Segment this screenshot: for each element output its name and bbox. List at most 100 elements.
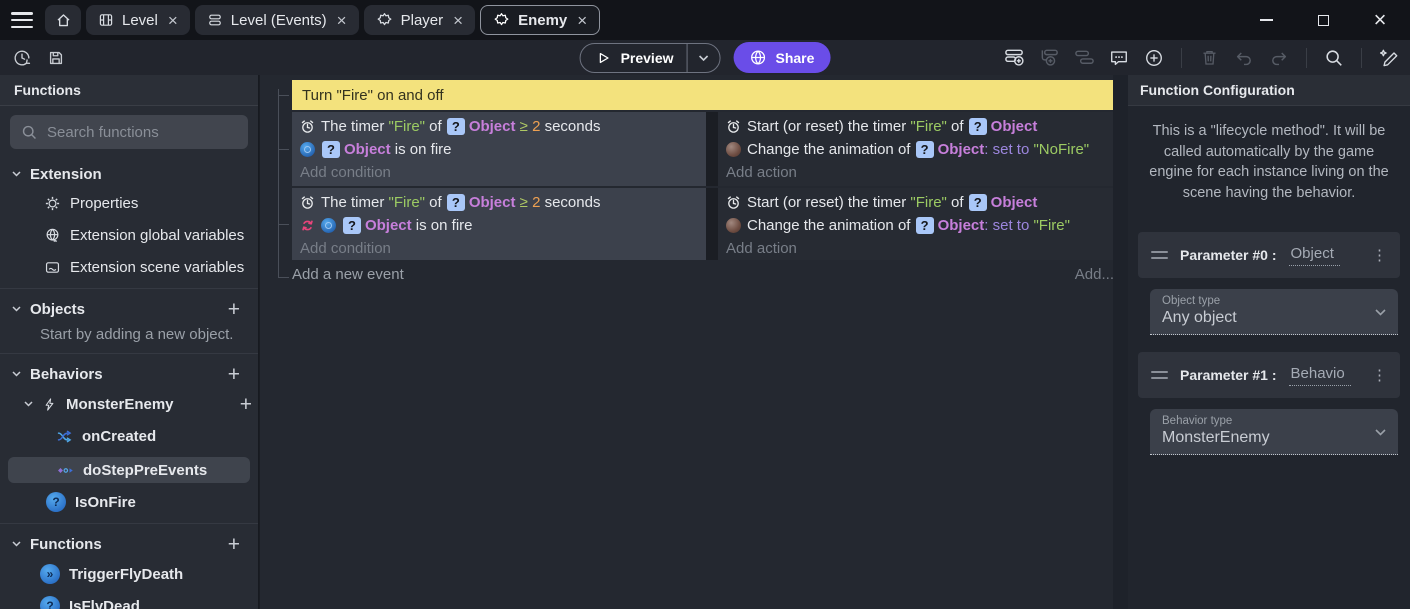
close-button[interactable]: ×	[1366, 6, 1394, 34]
add-object-button[interactable]: +	[228, 299, 246, 320]
event-condition[interactable]: The timer "Fire" of ?Object ≥ 2 seconds	[300, 191, 706, 214]
toolbar-divider	[1306, 48, 1307, 68]
tab-player[interactable]: Player ×	[364, 5, 475, 35]
event-action[interactable]: Change the animation of ?Object: set to …	[726, 214, 1113, 237]
event-text-segment: seconds	[540, 118, 600, 135]
events-scroll-gutter[interactable]	[1113, 75, 1128, 609]
event-text-segment: of	[947, 194, 968, 211]
tab-label: Level (Events)	[231, 12, 327, 29]
event-text-segment: ?	[343, 217, 361, 234]
drag-handle-icon[interactable]	[1151, 251, 1168, 259]
menu-icon[interactable]	[11, 12, 33, 28]
event-action[interactable]: Start (or reset) the timer "Fire" of ?Ob…	[726, 191, 1113, 214]
event-text-segment: "NoFire"	[1033, 141, 1089, 158]
event-comment[interactable]: Turn "Fire" on and off	[292, 80, 1113, 110]
event-text-segment: 2	[532, 118, 540, 135]
add-function-button[interactable]: +	[228, 534, 246, 555]
event-condition[interactable]: ?Object is on fire	[300, 214, 706, 237]
event-action[interactable]: Start (or reset) the timer "Fire" of ?Ob…	[726, 115, 1113, 138]
preview-dropdown-button[interactable]	[688, 44, 720, 72]
add-condition-link[interactable]: Add condition	[300, 237, 706, 260]
search-icon[interactable]	[1323, 47, 1345, 69]
sidebar-item-scene-variables[interactable]: Extension scene variables	[0, 256, 258, 278]
search-input[interactable]	[47, 124, 246, 141]
object-type-select[interactable]: Object type Any object	[1150, 289, 1398, 335]
add-more-link[interactable]: Add...	[1075, 266, 1114, 283]
undo-icon[interactable]	[1233, 47, 1255, 69]
sidebar-title: Functions	[0, 75, 258, 106]
parameter-name-input[interactable]: Behavio	[1289, 365, 1351, 386]
drag-handle-icon[interactable]	[1151, 371, 1168, 379]
preview-button[interactable]: Preview	[580, 43, 721, 73]
add-behavior-button[interactable]: +	[228, 364, 246, 385]
search-functions-box[interactable]	[10, 115, 248, 149]
parameter-1-card: Parameter #1 : Behavio ⋮	[1138, 352, 1400, 398]
redo-icon[interactable]	[1268, 47, 1290, 69]
behavior-type-select[interactable]: Behavior type MonsterEnemy	[1150, 409, 1398, 455]
event-text-segment: is on fire	[412, 217, 473, 234]
comment-icon[interactable]	[1108, 47, 1130, 69]
event-condition[interactable]: ?Object is on fire	[300, 138, 706, 161]
event-text-segment: ?	[447, 118, 465, 135]
section-objects[interactable]: Objects +	[0, 297, 258, 321]
kebab-menu-icon[interactable]: ⋮	[1372, 366, 1387, 384]
share-button[interactable]: Share	[734, 42, 831, 73]
add-event-icon[interactable]	[1003, 47, 1025, 69]
section-extension[interactable]: Extension	[0, 162, 258, 186]
history-icon[interactable]	[11, 47, 33, 69]
event-text-segment: The timer	[321, 194, 389, 211]
timer-icon	[300, 119, 315, 134]
sidebar-item-monsterenemy[interactable]: MonsterEnemy +	[0, 393, 258, 415]
close-icon[interactable]: ×	[337, 12, 347, 29]
behavior-icon	[300, 142, 315, 157]
sidebar-item-oncreated[interactable]: onCreated	[0, 425, 258, 447]
events-sheet: Turn "Fire" on and off The timer "Fire" …	[260, 75, 1128, 609]
trash-icon[interactable]	[1198, 47, 1220, 69]
globe-variables-icon	[44, 227, 61, 244]
parameter-name-input[interactable]: Object	[1289, 245, 1340, 266]
tab-home[interactable]	[45, 5, 81, 35]
divider	[0, 353, 258, 354]
add-condition-link[interactable]: Add condition	[300, 161, 706, 184]
sidebar-item-dostepreevents[interactable]: doStepPreEvents	[8, 457, 250, 483]
add-action-link[interactable]: Add action	[726, 237, 1113, 260]
close-icon[interactable]: ×	[577, 12, 587, 29]
sidebar-item-isonfire[interactable]: ? IsOnFire	[0, 491, 258, 513]
event-text-segment: of	[425, 118, 446, 135]
event-text-segment: ≥	[516, 194, 533, 211]
section-behaviors[interactable]: Behaviors +	[0, 362, 258, 386]
event-action[interactable]: Change the animation of ?Object: set to …	[726, 138, 1113, 161]
divider	[0, 288, 258, 289]
sidebar-item-properties[interactable]: Properties	[0, 192, 258, 214]
minimize-button[interactable]	[1252, 6, 1280, 34]
sidebar-item-triggerflydeath[interactable]: » TriggerFlyDeath	[0, 563, 258, 585]
add-subevent-icon[interactable]	[1038, 47, 1060, 69]
event-text-segment: 2	[532, 194, 540, 211]
sidebar-item-global-variables[interactable]: Extension global variables	[0, 224, 258, 246]
events-list-icon	[207, 12, 223, 28]
add-behavior-function-button[interactable]: +	[240, 394, 258, 415]
section-label: Functions	[30, 536, 102, 553]
event-text-segment: of	[947, 118, 968, 135]
add-new-event-link[interactable]: Add a new event	[292, 266, 404, 283]
kebab-menu-icon[interactable]: ⋮	[1372, 246, 1387, 264]
section-label: Objects	[30, 301, 85, 318]
save-icon[interactable]	[45, 47, 67, 69]
section-functions[interactable]: Functions +	[0, 532, 258, 556]
tab-level[interactable]: Level ×	[86, 5, 190, 35]
tab-enemy[interactable]: Enemy ×	[480, 5, 600, 35]
add-other-event-icon[interactable]	[1073, 47, 1095, 69]
event-condition[interactable]: The timer "Fire" of ?Object ≥ 2 seconds	[300, 115, 706, 138]
event-row: The timer "Fire" of ?Object ≥ 2 seconds …	[292, 112, 1113, 186]
close-icon[interactable]: ×	[453, 12, 463, 29]
sidebar-item-isflydead[interactable]: ? IsFlyDead	[0, 595, 258, 609]
tab-level-events[interactable]: Level (Events) ×	[195, 5, 359, 35]
add-circle-icon[interactable]	[1143, 47, 1165, 69]
close-icon[interactable]: ×	[168, 12, 178, 29]
event-text-segment: of	[425, 194, 446, 211]
field-value: MonsterEnemy	[1162, 429, 1386, 447]
maximize-button[interactable]	[1309, 6, 1337, 34]
window-controls: ×	[1252, 6, 1410, 34]
add-action-link[interactable]: Add action	[726, 161, 1113, 184]
edit-events-icon[interactable]	[1378, 47, 1400, 69]
